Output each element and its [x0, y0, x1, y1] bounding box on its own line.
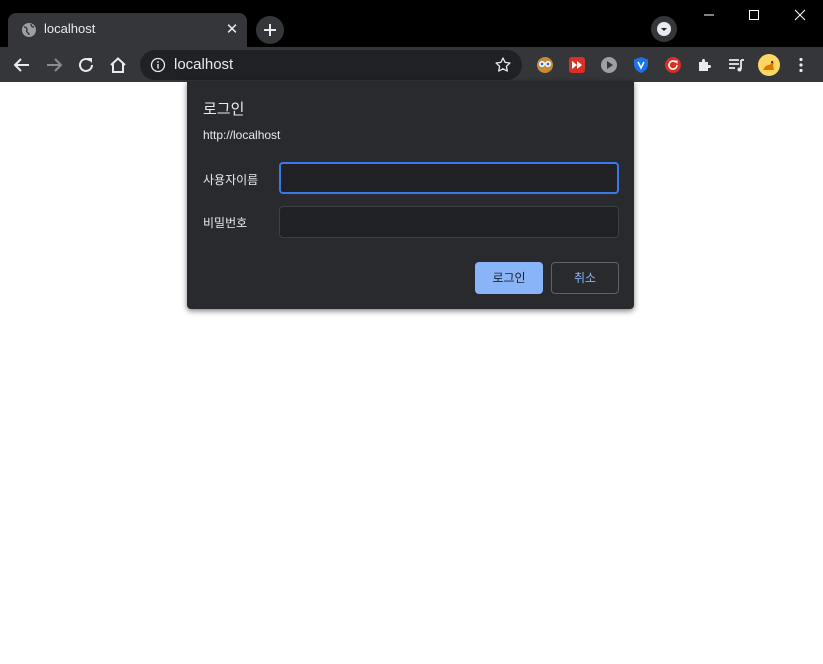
owl-extension-icon[interactable]	[535, 55, 555, 75]
minimize-button[interactable]	[686, 0, 732, 30]
forward-arrow-icon	[40, 51, 68, 79]
maximize-icon	[731, 0, 777, 30]
fast-forward-extension-icon[interactable]	[567, 55, 587, 75]
maximize-button[interactable]	[731, 0, 777, 30]
login-button[interactable]: 로그인	[475, 262, 543, 294]
address-bar[interactable]: localhost	[140, 50, 522, 80]
profile-avatar-icon[interactable]	[757, 53, 781, 77]
cancel-button[interactable]: 취소	[551, 262, 619, 294]
reload-button[interactable]	[72, 51, 100, 79]
new-tab-button[interactable]	[256, 16, 284, 44]
tab-title: localhost	[44, 21, 96, 36]
dialog-origin: http://localhost	[203, 128, 281, 142]
password-label: 비밀번호	[203, 216, 248, 230]
refresh-extension-icon[interactable]	[663, 55, 683, 75]
dialog-title: 로그인	[203, 100, 245, 118]
back-button[interactable]	[8, 51, 36, 79]
browser-tab[interactable]: localhost ✕	[8, 13, 247, 47]
browser-toolbar: localhost	[0, 47, 823, 82]
star-icon[interactable]	[494, 56, 512, 74]
tab-strip: localhost ✕	[0, 0, 823, 47]
password-input[interactable]	[279, 206, 619, 238]
close-icon	[777, 0, 823, 30]
username-label: 사용자이름	[203, 173, 259, 187]
back-arrow-icon	[8, 51, 36, 79]
tab-search-button[interactable]	[651, 16, 677, 42]
chevron-down-icon	[651, 16, 677, 42]
plus-icon	[256, 16, 284, 44]
window-close-button[interactable]	[777, 0, 823, 30]
forward-button[interactable]	[40, 51, 68, 79]
home-button[interactable]	[104, 51, 132, 79]
play-extension-icon[interactable]	[599, 55, 619, 75]
close-icon[interactable]: ✕	[223, 20, 241, 38]
home-icon	[104, 51, 132, 79]
reload-icon	[72, 51, 100, 79]
address-url[interactable]: localhost	[174, 56, 233, 73]
globe-icon	[21, 22, 37, 38]
http-auth-dialog: 로그인 http://localhost 사용자이름 비밀번호 로그인 취소	[187, 81, 634, 309]
info-icon[interactable]	[150, 57, 166, 73]
media-queue-icon[interactable]	[727, 55, 747, 75]
puzzle-icon[interactable]	[695, 55, 715, 75]
shield-extension-icon[interactable]	[631, 55, 651, 75]
menu-kebab-icon[interactable]	[791, 55, 811, 75]
minimize-icon	[686, 0, 732, 30]
username-input[interactable]	[279, 162, 619, 194]
